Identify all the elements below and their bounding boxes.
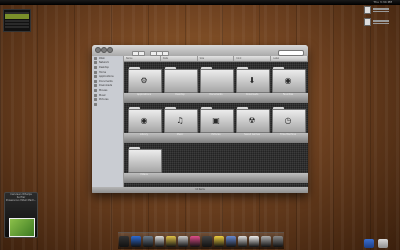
folder-label: Library bbox=[139, 133, 149, 136]
trash-icon[interactable] bbox=[378, 239, 388, 248]
widget-row[interactable] bbox=[5, 25, 29, 28]
window-titlebar[interactable] bbox=[92, 45, 308, 56]
sidebar-folder-icon bbox=[94, 88, 97, 92]
folder-icon: ♫ bbox=[176, 116, 184, 125]
itunes-widget[interactable]: Cerulean Wharps Surfrer Powerenvo Mdwl M… bbox=[4, 192, 38, 238]
sidebar-folder-icon bbox=[94, 65, 97, 69]
column-header-cell[interactable]: Kind bbox=[234, 56, 272, 61]
dock-app-icon[interactable] bbox=[273, 235, 284, 247]
status-bar: 12 items bbox=[92, 187, 308, 193]
folder-icon: ◉ bbox=[140, 116, 148, 125]
sidebar-item-label: iDisk bbox=[99, 56, 105, 60]
album-art bbox=[9, 218, 35, 237]
dock-app-icon[interactable] bbox=[166, 235, 177, 247]
folder-item[interactable]: ◉ Favorites bbox=[272, 67, 306, 96]
folder-label: Documents bbox=[209, 93, 223, 96]
sidebar-item[interactable] bbox=[92, 102, 123, 107]
menubar-clock[interactable]: Thu 3:34 PM bbox=[373, 0, 392, 5]
folder-item[interactable]: Documents bbox=[200, 67, 234, 96]
dock-app-icon[interactable] bbox=[249, 235, 260, 247]
dock-app-icon[interactable] bbox=[130, 235, 141, 247]
finder-window: iDisk Network Desktop Home Applications Docum… bbox=[92, 45, 308, 193]
sidebar-folder-icon bbox=[94, 79, 97, 83]
sidebar-item-label: Downloads bbox=[99, 84, 113, 88]
sidebar-item-label: Movies bbox=[99, 88, 108, 92]
folder-item[interactable]: ◉ Library bbox=[128, 107, 162, 136]
column-header-cell[interactable]: Date bbox=[161, 56, 198, 61]
folder-item[interactable]: ⬇ Downloads bbox=[236, 67, 270, 96]
column-header[interactable]: Name Date Size Kind Label bbox=[124, 56, 308, 62]
widget-item[interactable] bbox=[364, 18, 394, 26]
right-widget-panel bbox=[364, 6, 394, 30]
folder-icon: ⬇ bbox=[248, 76, 256, 85]
dock-app-icon[interactable] bbox=[225, 235, 236, 247]
sidebar-folder-icon bbox=[94, 61, 97, 65]
sidebar-folder-icon bbox=[94, 102, 97, 106]
sidebar-item-label: Home bbox=[99, 70, 107, 74]
folder-label: Desktop bbox=[175, 93, 185, 96]
status-text: 12 items bbox=[195, 188, 205, 191]
finder-content: Name Date Size Kind Label ⚙ Applications Deskt… bbox=[124, 56, 308, 187]
dock bbox=[118, 232, 284, 249]
dock-app-icon[interactable] bbox=[202, 235, 212, 247]
dock-app-icon[interactable] bbox=[237, 235, 248, 247]
folder-item[interactable]: Videos bbox=[128, 147, 162, 176]
menu-bar: Thu 3:34 PM bbox=[0, 0, 400, 5]
dock-app-icon[interactable] bbox=[213, 235, 224, 247]
dock-app-icon[interactable] bbox=[190, 235, 200, 247]
column-header-cell[interactable]: Size bbox=[198, 56, 235, 61]
folder-label: Applications bbox=[136, 93, 152, 96]
folder-label: Music bbox=[176, 133, 184, 136]
folder-item[interactable]: ☢ Saved Games bbox=[236, 107, 270, 136]
sidebar-folder-icon bbox=[94, 84, 97, 88]
track-album: Powerenvo Mdwl Madr... bbox=[5, 199, 37, 202]
sidebar-folder-icon bbox=[94, 93, 97, 97]
folder-label: Videos bbox=[140, 173, 148, 176]
folder-label: Saved Games bbox=[244, 133, 260, 136]
dock-app-icon[interactable] bbox=[118, 235, 129, 247]
dock-app-icon[interactable] bbox=[142, 235, 153, 247]
folder-icon: ⚙ bbox=[140, 76, 148, 85]
finder-sidebar: iDisk Network Desktop Home Applications Docum… bbox=[92, 56, 124, 187]
dock-app-icon[interactable] bbox=[154, 235, 165, 247]
zoom-button[interactable] bbox=[107, 47, 113, 53]
sidebar-item-label: Music bbox=[99, 93, 106, 97]
folder-item[interactable]: ▣ Pictures bbox=[200, 107, 234, 136]
document-icon bbox=[364, 18, 371, 26]
folder-item[interactable]: ♫ Music bbox=[164, 107, 198, 136]
document-icon bbox=[364, 6, 371, 14]
sidebar-item-label: Applications bbox=[99, 75, 114, 79]
folder-icon: ▣ bbox=[212, 116, 220, 125]
folder-label: Pictures bbox=[211, 133, 221, 136]
folder-label: Favorites bbox=[282, 93, 294, 96]
column-header-cell[interactable]: Label bbox=[271, 56, 308, 61]
column-header-cell[interactable]: Name bbox=[124, 56, 161, 61]
folder-item[interactable]: ◷ Time Machine bbox=[272, 107, 306, 136]
folder-label: Time Machine bbox=[280, 133, 296, 136]
folder-item[interactable]: ⚙ Applications bbox=[128, 67, 162, 96]
folder-label: Downloads bbox=[245, 93, 259, 96]
dock-app-icon[interactable] bbox=[261, 235, 272, 247]
sidebar-folder-icon bbox=[94, 56, 97, 60]
folder-icon: ◷ bbox=[284, 116, 292, 125]
sidebar-item-label: Documents bbox=[99, 79, 113, 83]
folder-item[interactable]: Desktop bbox=[164, 67, 198, 96]
dock-app-icon[interactable] bbox=[178, 235, 189, 247]
folder-icon: ☢ bbox=[248, 116, 256, 125]
folder-icon: ◉ bbox=[284, 76, 292, 85]
sidebar-item-label: Pictures bbox=[99, 98, 109, 102]
sidebar-folder-icon bbox=[94, 75, 97, 79]
desktop-widget-list bbox=[3, 9, 31, 32]
finder-dock-icon[interactable] bbox=[364, 239, 374, 248]
sidebar-item-label: Desktop bbox=[99, 65, 109, 69]
sidebar-item-label: Network bbox=[99, 61, 109, 65]
sidebar-folder-icon bbox=[94, 70, 97, 74]
widget-item[interactable] bbox=[364, 6, 394, 14]
sidebar-folder-icon bbox=[94, 98, 97, 102]
